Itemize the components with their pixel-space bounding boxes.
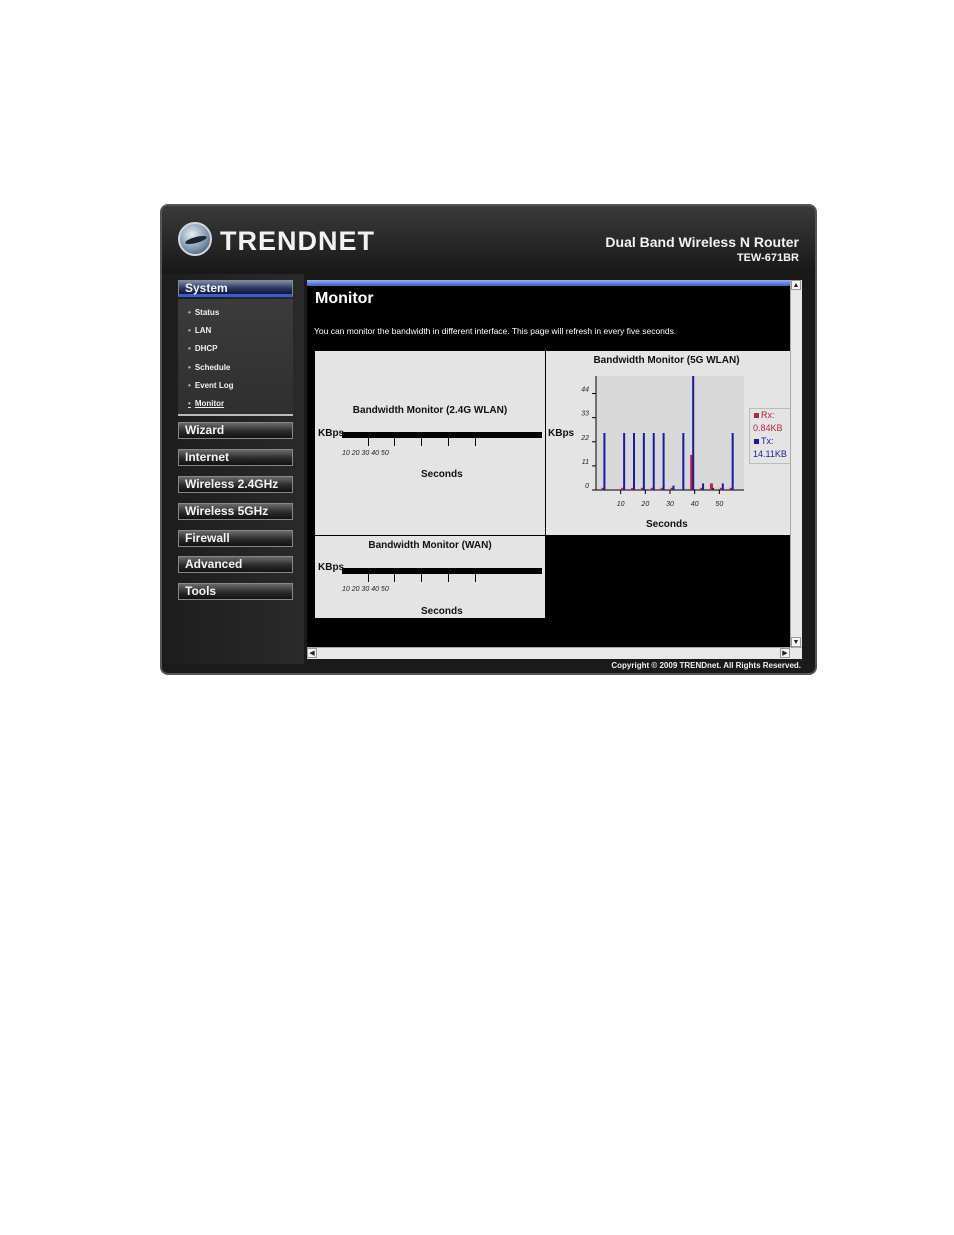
wlan5-xlabel: Seconds (646, 519, 688, 530)
tx-bar (662, 433, 665, 490)
product-name: Dual Band Wireless N Router (605, 234, 799, 250)
panel-wlan24: Bandwidth Monitor (2.4G WLAN) KBps 10 20… (315, 351, 545, 535)
trendnet-logo-icon (178, 222, 212, 256)
plot-area (596, 376, 744, 490)
scroll-right-icon[interactable]: ▶ (780, 648, 790, 658)
x-tick-label: 10 (617, 501, 625, 508)
bullet-icon: • (188, 344, 191, 353)
system-submenu: • Status • LAN • DHCP • Schedule • Event Log … (178, 299, 293, 416)
y-tick-label: 0 (585, 483, 589, 490)
tx-bar (711, 487, 714, 490)
sub-monitor-label: Monitor (194, 399, 225, 408)
tx-bar (623, 433, 626, 490)
content-top-bar (307, 280, 791, 286)
router-admin-window: TRENDNET Dual Band Wireless N Router TEW… (160, 204, 817, 675)
bullet-icon: • (188, 363, 191, 372)
x-tick-label: 40 (691, 501, 699, 508)
rx-swatch (754, 413, 759, 418)
tx-bar (692, 376, 695, 490)
wlan24-tick-labels: 10 20 30 40 50 (342, 450, 389, 457)
panel-wlan5: Bandwidth Monitor (5G WLAN) KBps 0 11 22 33… (546, 351, 791, 535)
horizontal-scrollbar[interactable]: ◀ ▶ (307, 647, 802, 659)
wan-ticks (342, 574, 542, 583)
nav-system[interactable]: System (178, 280, 293, 297)
page-title: Monitor (315, 290, 374, 307)
tx-bar (642, 433, 645, 490)
sub-status-label: Status (194, 308, 220, 317)
rx-value: 0.84KB (753, 423, 783, 433)
bullet-icon: • (188, 308, 191, 317)
model-number: TEW-671BR (736, 252, 799, 264)
tx-label: Tx: (761, 436, 774, 446)
nav-advanced[interactable]: Advanced (178, 556, 293, 573)
scroll-down-icon[interactable]: ▼ (791, 637, 801, 647)
tx-bar (603, 433, 606, 490)
x-tick-label: 20 (640, 501, 649, 508)
sub-dhcp[interactable]: • DHCP (188, 344, 217, 353)
tx-bar (721, 483, 724, 490)
tx-bar (702, 483, 705, 490)
sub-dhcp-label: DHCP (194, 344, 218, 353)
page-description: You can monitor the bandwidth in differe… (314, 326, 677, 336)
sub-lan[interactable]: • LAN (188, 326, 211, 335)
wlan24-xlabel: Seconds (421, 469, 463, 480)
nav-wizard[interactable]: Wizard (178, 422, 293, 439)
scroll-up-icon[interactable]: ▲ (791, 280, 801, 290)
bullet-icon: • (188, 326, 191, 335)
nav-firewall[interactable]: Firewall (178, 530, 293, 547)
tx-bar (682, 433, 685, 490)
wlan5-legend: Rx: 0.84KB Tx: 14.11KB (749, 408, 791, 464)
sub-event-log[interactable]: • Event Log (188, 381, 233, 390)
rx-label: Rx: (761, 410, 775, 420)
tx-bar (731, 433, 734, 490)
y-tick-label: 44 (581, 387, 589, 394)
y-tick-label: 11 (582, 459, 589, 466)
wan-tick-labels: 10 20 30 40 50 (342, 586, 389, 593)
tx-bar (652, 433, 655, 490)
nav-tools[interactable]: Tools (178, 583, 293, 600)
wlan24-title: Bandwidth Monitor (2.4G WLAN) (352, 405, 508, 416)
tx-swatch (754, 439, 759, 444)
y-tick-label: 33 (581, 411, 589, 418)
scroll-left-icon[interactable]: ◀ (307, 648, 317, 658)
x-tick-label: 50 (715, 501, 723, 508)
copyright-footer: Copyright © 2009 TRENDnet. All Rights Re… (611, 661, 801, 670)
header: TRENDNET Dual Band Wireless N Router TEW… (162, 206, 815, 274)
tx-value: 14.11KB (753, 449, 787, 459)
wlan24-ticks (342, 438, 542, 447)
bullet-icon: • (188, 381, 191, 390)
sub-event-log-label: Event Log (194, 381, 234, 390)
x-tick-label: 30 (666, 501, 674, 508)
sub-lan-label: LAN (194, 326, 212, 335)
sub-schedule[interactable]: • Schedule (188, 363, 230, 372)
sub-monitor[interactable]: • Monitor (188, 399, 224, 408)
sidebar: System • Status • LAN • DHCP • Schedule • Eve… (162, 274, 304, 664)
vertical-scrollbar[interactable]: ▲ ▼ (790, 280, 802, 647)
nav-internet[interactable]: Internet (178, 449, 293, 466)
tx-bar (633, 433, 635, 490)
main-content: Monitor You can monitor the bandwidth in… (307, 280, 802, 647)
sub-schedule-label: Schedule (194, 363, 231, 372)
sub-status[interactable]: • Status (188, 308, 219, 317)
brand-logo-text: TRENDNET (220, 226, 375, 256)
wan-ylabel: KBps (318, 562, 345, 573)
wan-title: Bandwidth Monitor (WAN) (368, 540, 492, 551)
nav-wireless-5ghz[interactable]: Wireless 5GHz (178, 503, 293, 520)
tx-bar (672, 485, 675, 490)
nav-wireless-24ghz[interactable]: Wireless 2.4GHz (178, 476, 293, 493)
panel-wan: Bandwidth Monitor (WAN) KBps 10 20 30 40… (315, 536, 545, 618)
y-tick-label: 22 (580, 435, 589, 442)
wlan24-ylabel: KBps (318, 428, 345, 439)
wan-xlabel: Seconds (421, 606, 463, 617)
bullet-icon: • (188, 399, 191, 408)
